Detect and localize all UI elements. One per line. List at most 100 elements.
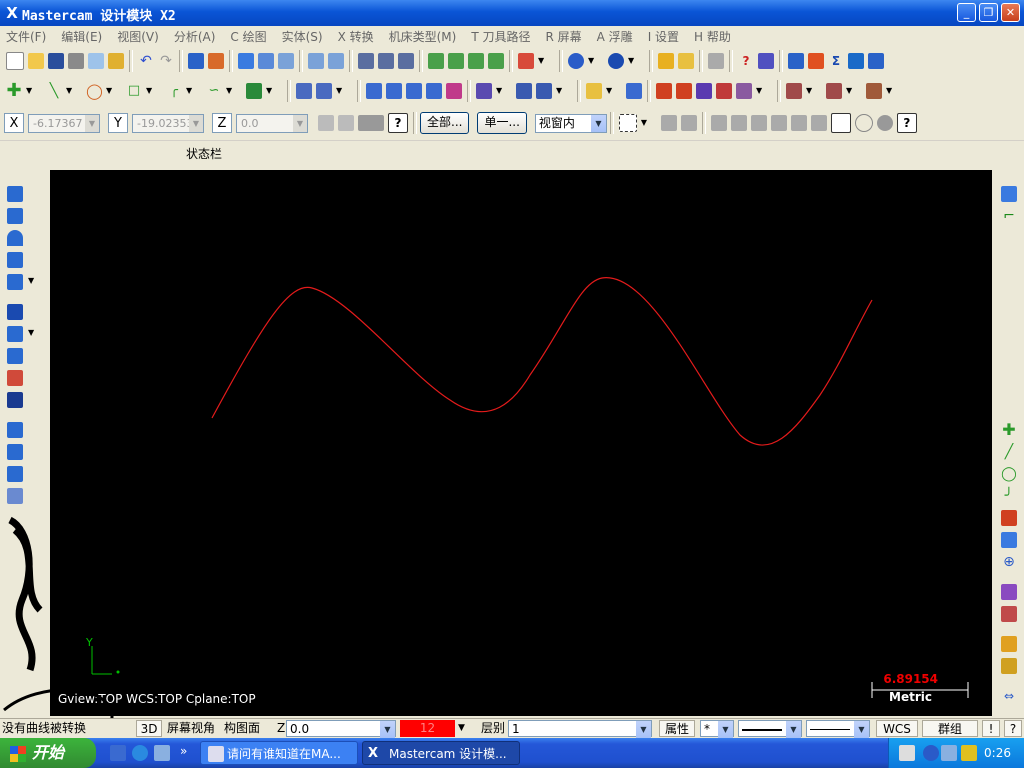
offset-icon[interactable] [446,83,462,99]
wireframe-icon[interactable] [378,53,394,69]
project-icon[interactable] [476,83,492,99]
array-icon[interactable] [516,83,532,99]
chevron-down-icon[interactable]: ▼ [293,114,307,132]
hidden-line-icon[interactable] [398,53,414,69]
color-fill-icon[interactable] [1001,606,1017,622]
extrude-icon[interactable] [7,186,23,202]
repaint-icon[interactable] [208,53,224,69]
menu-help[interactable]: H 帮助 [688,28,740,45]
box-icon[interactable] [7,392,23,408]
fast-point-icon[interactable] [318,115,334,131]
chevron-down-icon[interactable]: ▼ [458,720,465,737]
zoom-out-icon[interactable] [328,53,344,69]
add-point-icon[interactable]: ✚ [1001,422,1017,438]
pan-icon[interactable] [188,53,204,69]
minimize-button[interactable]: _ [957,3,976,22]
chevron-down-icon[interactable]: ▼ [606,83,622,99]
close-button[interactable]: ✕ [1001,3,1020,22]
chevron-down-icon[interactable]: ▼ [106,83,122,99]
history-icon[interactable] [7,488,23,504]
chevron-down-icon[interactable]: ▼ [496,83,512,99]
screen-view-button[interactable]: 屏幕视角 [167,720,215,737]
pencil-icon[interactable] [658,53,674,69]
multi-pencil-icon[interactable] [678,53,694,69]
eraser-icon[interactable] [716,83,732,99]
point-style-select[interactable]: * ▼ [700,720,734,738]
task-button-mastercam[interactable]: Mastercam 设计模... [362,741,520,765]
mirror-icon[interactable] [406,83,422,99]
sigma-icon[interactable]: Σ [828,53,844,69]
chevron-down-icon[interactable]: ▼ [336,83,352,99]
network-icon[interactable] [941,745,957,761]
chevron-down-icon[interactable]: ▼ [588,53,604,69]
snap-options-icon[interactable] [358,115,384,131]
cancel-icon[interactable] [854,114,873,132]
add-line-icon[interactable]: ╱ [1001,444,1017,460]
groups-button[interactable]: 群组 [922,720,978,737]
chevron-down-icon[interactable]: ▼ [886,83,902,99]
loop-select-icon[interactable] [770,115,787,131]
chevron-down-icon[interactable]: ▼ [556,83,572,99]
quicklaunch-more-icon[interactable]: » [180,744,187,758]
rectangle-icon[interactable]: □ [126,83,142,99]
arrow-select-icon[interactable] [660,115,677,131]
menu-toolpaths[interactable]: T 刀具路径 [465,28,539,45]
z-coordinate-field[interactable]: 0.0 ▼ [236,113,308,133]
arch-icon[interactable] [696,83,712,99]
print-icon[interactable] [68,53,84,69]
fillet-solid-icon[interactable] [7,274,23,290]
iso-view-icon[interactable] [428,53,444,69]
translate-icon[interactable] [366,83,382,99]
x-coordinate-field[interactable]: -6.17367 ▼ [28,113,100,133]
help-icon[interactable]: ? [388,113,408,133]
menu-art[interactable]: A 浮雕 [591,28,642,45]
chevron-down-icon[interactable]: ▼ [718,721,733,738]
add-circle-icon[interactable]: ◯ [1001,466,1017,482]
pick-icon[interactable] [830,113,851,133]
chevron-down-icon[interactable]: ▼ [590,114,606,132]
split-icon[interactable] [7,466,23,482]
select-all-button[interactable]: 全部... [420,112,470,134]
sweep-icon[interactable] [7,230,23,246]
solid-icon[interactable] [786,83,802,99]
color-icon[interactable] [1001,584,1017,600]
print-preview-icon[interactable] [88,53,104,69]
exclaim-button[interactable]: ! [982,720,1000,737]
revolve-icon[interactable] [7,208,23,224]
add-rectangle-icon[interactable] [1001,510,1017,526]
shell-solid-icon[interactable] [7,304,23,320]
globe-icon[interactable] [568,53,584,69]
chevron-down-icon[interactable]: ▼ [226,83,242,99]
chevron-down-icon[interactable]: ▼ [756,83,772,99]
open-file-icon[interactable] [28,53,44,69]
chevron-down-icon[interactable]: ▼ [26,83,42,99]
3d-button[interactable]: 3D [136,720,162,737]
break-icon[interactable] [316,83,332,99]
zoom-target-icon[interactable] [278,53,294,69]
sphere-icon[interactable] [608,53,624,69]
chevron-down-icon[interactable]: ▼ [640,115,657,131]
menu-xform[interactable]: X 转换 [332,28,383,45]
side-view-icon[interactable] [488,53,504,69]
add-globe-icon[interactable]: ⊕ [1001,554,1017,570]
chevron-down-icon[interactable]: ▼ [186,83,202,99]
quicklaunch-ie-icon[interactable] [110,745,126,761]
color-swatch[interactable]: 12 [400,720,455,737]
z-depth-select[interactable]: 0.0 ▼ [286,720,396,738]
shield-icon[interactable] [961,745,977,761]
layers-icon[interactable] [7,422,23,438]
bottom-help-button[interactable]: ? [1004,720,1022,737]
chevron-down-icon[interactable]: ▼ [380,721,395,738]
spline-icon[interactable]: ∽ [206,83,222,99]
add-fillet-icon[interactable]: ╯ [1001,488,1017,504]
cube-view-icon[interactable] [518,53,534,69]
properties-icon[interactable] [108,53,124,69]
chevron-down-icon[interactable]: ▼ [66,83,82,99]
draft-icon[interactable] [7,348,23,364]
context-help-icon[interactable]: ? [738,53,754,69]
y-coordinate-field[interactable]: -19.02353 ▼ [132,113,204,133]
line-icon[interactable]: ╲ [46,83,62,99]
posting-icon[interactable] [868,53,884,69]
fit-icon[interactable] [238,53,254,69]
spline-curve[interactable] [211,277,873,446]
